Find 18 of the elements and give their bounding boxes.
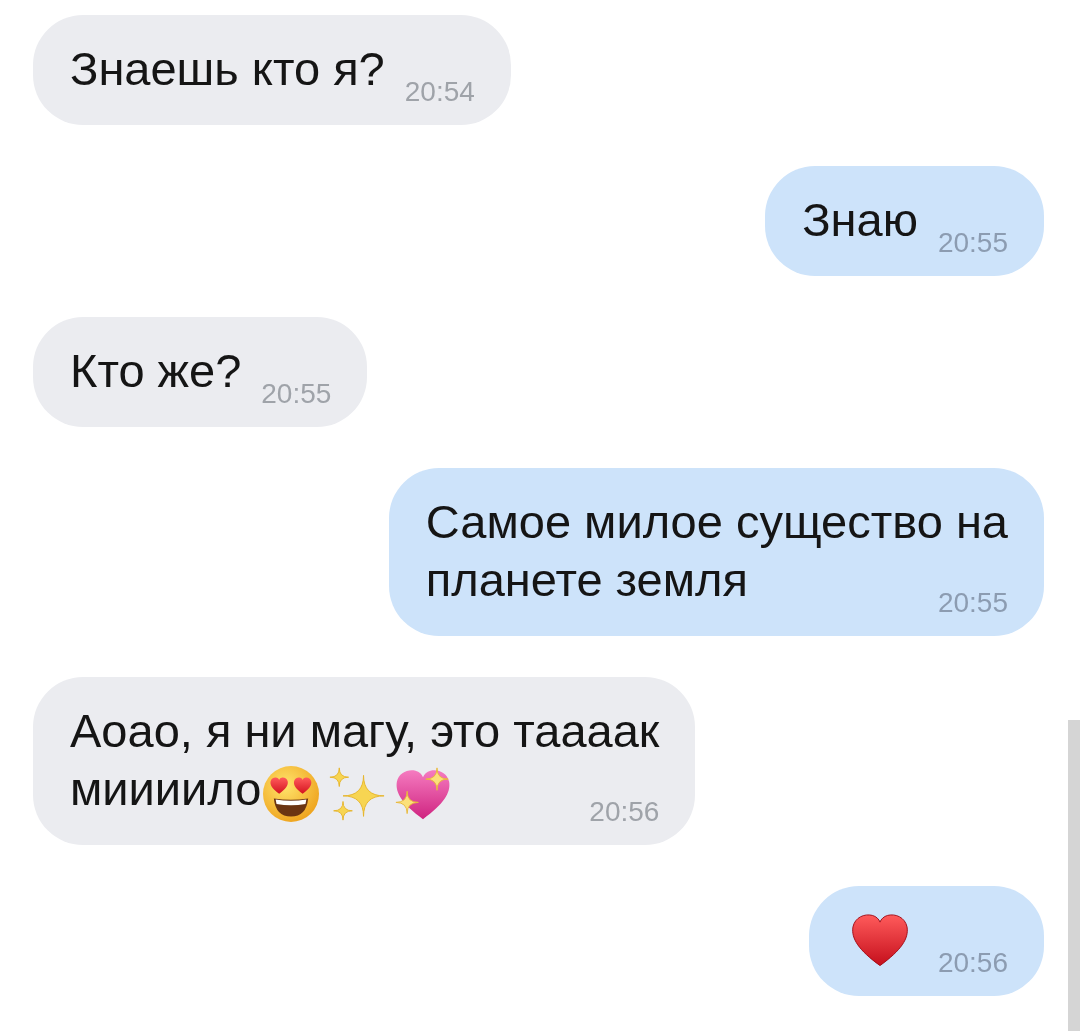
scroll-bar[interactable] — [1068, 720, 1080, 1031]
message-text: планете земля — [425, 552, 748, 608]
message-text: Знаешь кто я? — [70, 41, 385, 97]
message-time: 20:56 — [937, 949, 1008, 977]
sparkling-heart-icon — [395, 766, 452, 822]
message-text: Самое милое существо на — [425, 494, 1008, 550]
message-text: миииило — [70, 761, 262, 817]
heart-eyes-face-icon — [263, 766, 320, 822]
message-time: 20:56 — [589, 798, 660, 826]
message-time: 20:55 — [261, 380, 332, 408]
message-time: 20:55 — [937, 589, 1008, 617]
message-time: 20:54 — [404, 78, 475, 106]
sparkles-icon — [329, 766, 386, 822]
message-text: Кто же? — [70, 343, 242, 399]
message-time: 20:55 — [937, 229, 1008, 257]
heart-icon — [851, 912, 908, 968]
message-text: Знаю — [802, 192, 918, 248]
message-text: Аоао, я ни магу, это таааак — [70, 703, 660, 759]
